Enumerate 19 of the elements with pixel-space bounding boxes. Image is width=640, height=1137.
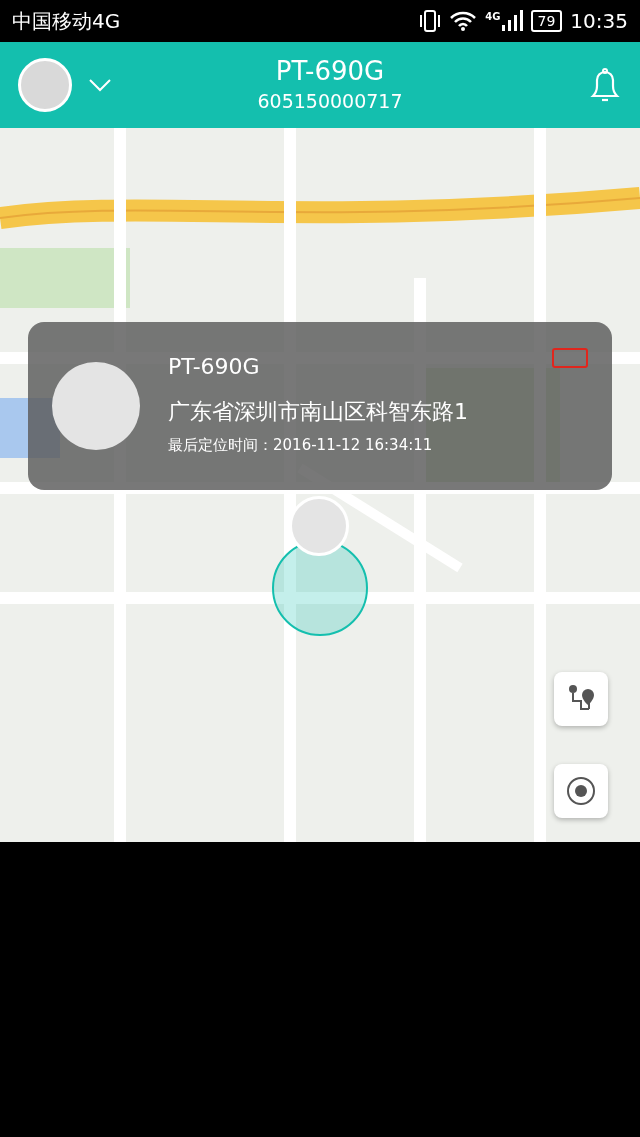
device-info-card[interactable]: PT-690G 广东省深圳市南山区科智东路1 最后定位时间：2016-11-12 16:34:11 bbox=[28, 322, 612, 490]
locate-button[interactable] bbox=[554, 764, 608, 818]
device-id: 605150000717 bbox=[257, 88, 403, 114]
signal-icon bbox=[500, 9, 523, 33]
target-icon bbox=[566, 776, 596, 806]
avatar-circle[interactable] bbox=[18, 58, 72, 112]
address-text: 广东省深圳市南山区科智东路1 bbox=[168, 398, 468, 426]
network-type: 4G bbox=[485, 10, 501, 24]
last-fix-time: 最后定位时间：2016-11-12 16:34:11 bbox=[168, 435, 434, 456]
chevron-down-icon[interactable] bbox=[88, 78, 112, 92]
vibrate-icon bbox=[419, 9, 442, 33]
device-name: PT-690G bbox=[168, 353, 261, 381]
device-name: PT-690G bbox=[274, 54, 386, 87]
clock: 10:35 bbox=[570, 8, 628, 35]
route-button[interactable] bbox=[554, 672, 608, 726]
bell-icon[interactable] bbox=[588, 66, 622, 104]
battery-indicator: 79 bbox=[530, 10, 563, 32]
carrier-name: 中国移动4G bbox=[12, 8, 121, 35]
wifi-icon bbox=[449, 10, 478, 32]
